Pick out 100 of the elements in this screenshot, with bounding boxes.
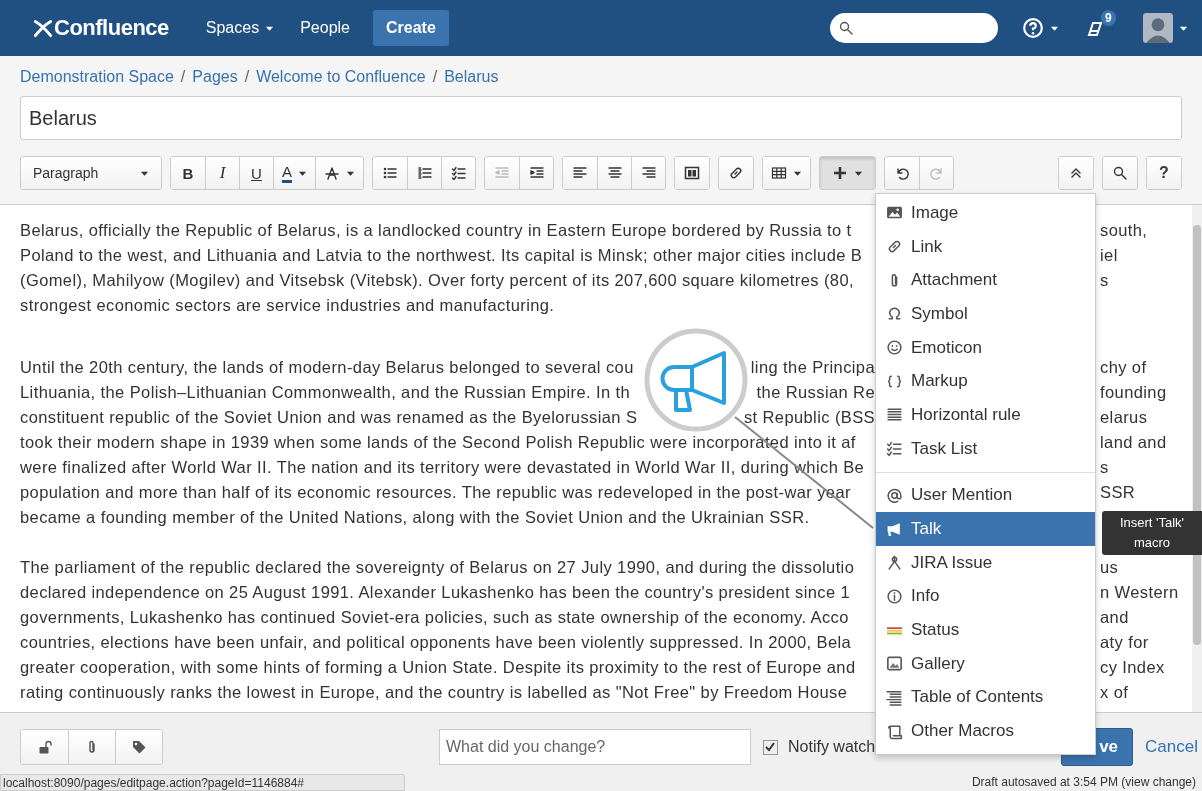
insert-menu-item[interactable]: Link <box>876 229 1095 264</box>
breadcrumb-link[interactable]: Welcome to Confluence <box>256 68 426 86</box>
body-text: Lithuania, the Polish–Lithuanian Commonwealth, and the Russian Empire. In th <box>20 382 631 403</box>
align-center-button[interactable] <box>597 157 631 189</box>
nav-link[interactable]: People <box>287 19 363 37</box>
insert-menu-item[interactable]: Horizontal rule <box>876 398 1095 432</box>
body-text: s <box>1100 270 1109 291</box>
body-text: and <box>1100 607 1129 628</box>
insert-menu-item[interactable]: Gallery <box>876 646 1095 681</box>
breadcrumb-link[interactable]: Belarus <box>444 68 499 86</box>
undo-button[interactable] <box>885 157 919 189</box>
insert-menu-item[interactable]: Emoticon <box>876 330 1095 365</box>
insert-menu-item[interactable]: Status <box>876 613 1095 647</box>
collapse-button[interactable] <box>1059 157 1093 189</box>
link-button[interactable] <box>719 157 753 189</box>
at-sign-icon <box>886 486 903 504</box>
find-button[interactable] <box>1103 157 1137 189</box>
plus-icon <box>832 165 848 181</box>
logo-icon[interactable] <box>32 17 54 39</box>
insert-menu-item[interactable]: Table of Contents <box>876 680 1095 715</box>
breadcrumb-separator: / <box>432 68 438 86</box>
indent-button[interactable] <box>519 157 553 189</box>
page-title-field[interactable]: Belarus <box>20 96 1182 140</box>
body-text: chy of <box>1100 357 1147 378</box>
text-style-button[interactable] <box>315 157 363 189</box>
indent-icon <box>528 165 545 181</box>
body-text: Poland to the west, and Lithuania and Latvia to the northwest. Its capital is Minsk; other major cities include B <box>20 245 863 266</box>
gallery-icon <box>886 655 903 673</box>
breadcrumb-link[interactable]: Pages <box>192 68 238 86</box>
insert-menu-item[interactable]: Talk <box>876 512 1095 546</box>
insert-menu-item[interactable]: JIRA Issue <box>876 545 1095 580</box>
lines-icon <box>886 406 903 424</box>
bullet-list-icon <box>382 165 398 181</box>
insert-menu-item[interactable]: Info <box>876 579 1095 614</box>
body-text: SSR <box>1100 482 1136 503</box>
align-left-button[interactable] <box>563 157 597 189</box>
insert-menu-item[interactable]: Markup <box>876 364 1095 399</box>
task-list-button[interactable] <box>441 157 475 189</box>
underline-button[interactable]: U <box>239 157 273 189</box>
smiley-icon <box>886 339 903 357</box>
change-comment-field[interactable]: What did you change? <box>439 729 751 765</box>
insert-button[interactable] <box>820 157 875 189</box>
align-right-button[interactable] <box>631 157 665 189</box>
body-text: Until the 20th century, the lands of modern-day Belarus belonged to several cou <box>20 357 634 378</box>
checklist-icon <box>886 440 903 458</box>
text-color-button[interactable]: A <box>273 157 315 189</box>
create-button[interactable]: Create <box>373 10 449 46</box>
body-text: (Gomel), Mahilyow (Mogilev) and Vitsebsk (Vitebsk). Over forty percent of its 207,600 square kilometres (80, <box>20 270 854 291</box>
help-button[interactable]: ? <box>1147 157 1181 189</box>
align-center-icon <box>606 165 623 181</box>
list-icon <box>886 688 903 706</box>
labels-button[interactable] <box>115 730 162 764</box>
body-text: founding <box>1100 382 1167 403</box>
table-icon <box>771 165 787 181</box>
italic-button[interactable]: I <box>205 157 239 189</box>
bullet-list-button[interactable] <box>373 157 407 189</box>
tag-icon <box>131 739 147 755</box>
insert-menu-item[interactable]: Image <box>876 196 1095 230</box>
body-text: elarus <box>1100 407 1148 428</box>
body-text: the Russian Re <box>756 382 875 403</box>
body-text: iel <box>1100 245 1118 266</box>
search-field[interactable] <box>830 13 998 43</box>
draft-status-text: Draft autosaved at 3:54 PM (view change) <box>971 775 1197 789</box>
columns-icon <box>684 165 700 181</box>
restrictions-button[interactable] <box>21 730 68 764</box>
breadcrumb-separator: / <box>244 68 250 86</box>
notify-watchers-label: Notify watch <box>788 738 876 756</box>
insert-menu-item[interactable]: Attachment <box>876 263 1095 298</box>
numbered-list-icon <box>416 165 433 181</box>
body-text: us <box>1100 557 1119 578</box>
insert-menu-item[interactable]: User Mention <box>876 478 1095 513</box>
body-text: were finalized after World War II. The nation and its territory were devastated in World War II, during which Be <box>20 457 865 478</box>
help-menu-button[interactable] <box>1022 17 1059 39</box>
table-button[interactable] <box>763 157 810 189</box>
user-menu-button[interactable] <box>1143 13 1188 43</box>
attachments-button[interactable] <box>68 730 115 764</box>
insert-menu-item[interactable]: Task List <box>876 431 1095 466</box>
bold-button[interactable]: B <box>171 157 205 189</box>
body-text: aty for <box>1100 632 1149 653</box>
body-text: declared independence on 25 August 1991. Alexander Lukashenko has been the country's president since 1 <box>20 582 851 603</box>
nav-link[interactable]: Spaces <box>192 19 288 37</box>
search-icon <box>838 20 854 36</box>
scrollbar[interactable] <box>1192 205 1202 712</box>
notify-checkbox[interactable] <box>763 739 778 755</box>
tooltip: Insert 'Talk' macro <box>1102 511 1202 555</box>
text-style-icon <box>324 165 340 181</box>
search-icon <box>1112 165 1128 181</box>
body-text: st Republic (BSS <box>743 407 875 428</box>
body-text: constituent republic of the Soviet Union and was renamed as the Byelorussian S <box>20 407 638 428</box>
numbered-list-button[interactable] <box>407 157 441 189</box>
logo-text[interactable]: Confluence <box>54 15 169 41</box>
layout-button[interactable] <box>675 157 709 189</box>
paragraph-button[interactable]: Paragraph <box>21 157 161 189</box>
avatar-silhouette-icon <box>1143 13 1173 43</box>
body-text: cy Index <box>1100 657 1165 678</box>
cancel-link[interactable]: Cancel <box>1145 737 1198 757</box>
notification-count-badge: 9 <box>1101 10 1116 26</box>
breadcrumb-link[interactable]: Demonstration Space <box>20 68 174 86</box>
body-text: strongest economic sectors are service industries and manufacturing. <box>20 295 555 316</box>
insert-menu-item[interactable]: Symbol <box>876 297 1095 331</box>
